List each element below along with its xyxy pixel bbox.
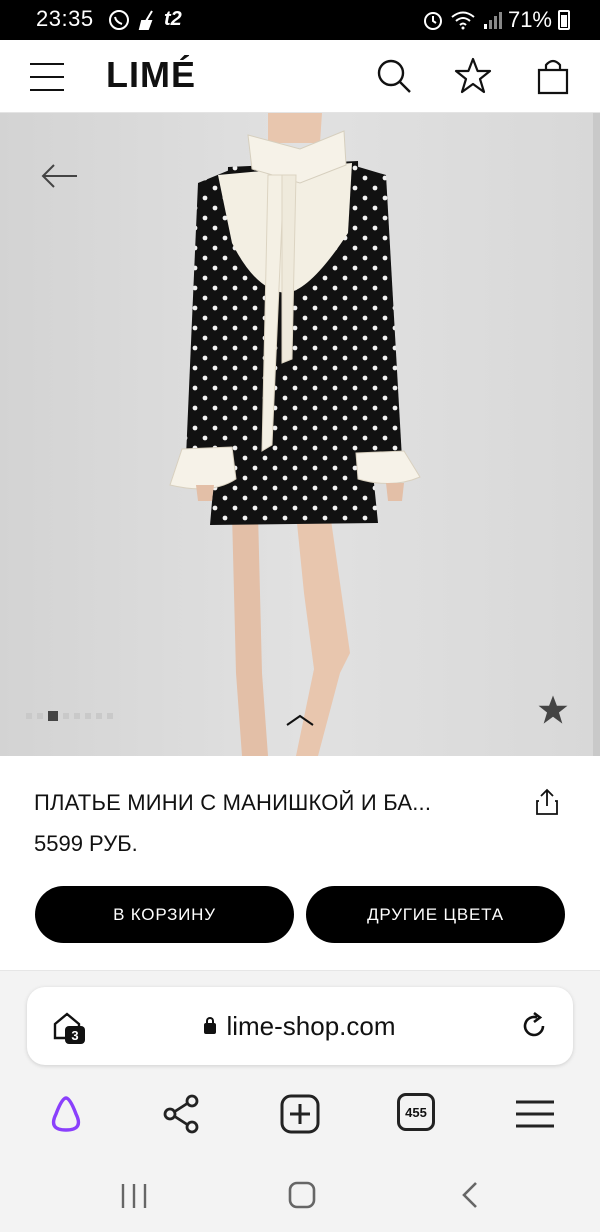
system-nav-bar: [0, 1160, 600, 1232]
gallery-dot-active[interactable]: [48, 711, 58, 721]
search-icon[interactable]: [374, 56, 414, 96]
gallery-dot[interactable]: [37, 713, 43, 719]
signal-icon: [483, 12, 502, 29]
gallery-dot[interactable]: [85, 713, 91, 719]
home-icon[interactable]: [287, 1180, 317, 1210]
logo[interactable]: LIMÉ: [106, 54, 196, 96]
battery-icon: [558, 10, 570, 30]
browser-toolbar: 455: [0, 1080, 600, 1146]
whatsapp-icon: [109, 9, 129, 30]
gallery-pagination: [26, 711, 113, 721]
gallery-dot[interactable]: [107, 713, 113, 719]
share-icon[interactable]: [535, 788, 559, 816]
tabs-count-button[interactable]: 455: [397, 1093, 435, 1131]
product-price: 5599 РУБ.: [34, 831, 138, 856]
alarm-icon: [423, 12, 442, 30]
bag-icon[interactable]: [533, 56, 573, 96]
back-arrow-icon[interactable]: [40, 161, 80, 191]
back-icon[interactable]: [458, 1180, 482, 1210]
gallery-dot[interactable]: [74, 713, 80, 719]
carrier-label: t2: [164, 8, 182, 30]
add-to-cart-button[interactable]: В КОРЗИНУ: [35, 886, 294, 943]
wifi-icon: [451, 11, 475, 30]
status-time: 23:35: [36, 6, 94, 31]
alice-assistant-icon[interactable]: [44, 1092, 88, 1136]
broom-icon: [138, 9, 153, 30]
favorite-star-icon[interactable]: [536, 693, 570, 727]
site-header: LIMÉ: [0, 40, 600, 113]
gallery-dot[interactable]: [26, 713, 32, 719]
recent-apps-icon[interactable]: [118, 1182, 150, 1210]
star-icon[interactable]: [453, 56, 493, 96]
reload-icon[interactable]: [519, 1011, 549, 1041]
status-bar: 23:35 t2 71%: [0, 0, 600, 40]
chevron-up-icon[interactable]: [285, 713, 315, 727]
url-text[interactable]: lime-shop.com: [226, 1011, 395, 1041]
new-tab-icon[interactable]: [278, 1092, 322, 1136]
product-photo: [0, 113, 600, 756]
share-network-icon[interactable]: [160, 1092, 204, 1136]
gallery-dot[interactable]: [63, 713, 69, 719]
other-colors-button[interactable]: ДРУГИЕ ЦВЕТА: [306, 886, 565, 943]
battery-percent: 71%: [507, 7, 552, 32]
gallery-dot[interactable]: [96, 713, 102, 719]
menu-lines-icon[interactable]: [513, 1092, 557, 1136]
product-title: ПЛАТЬЕ МИНИ С МАНИШКОЙ И БА...: [34, 790, 432, 815]
lock-icon: [204, 1017, 217, 1034]
product-gallery[interactable]: [0, 113, 600, 756]
menu-icon[interactable]: [30, 63, 64, 91]
product-info: ПЛАТЬЕ МИНИ С МАНИШКОЙ И БА... 5599 РУБ.…: [0, 756, 600, 971]
browser-url-bar[interactable]: 3 lime-shop.com: [27, 987, 573, 1065]
